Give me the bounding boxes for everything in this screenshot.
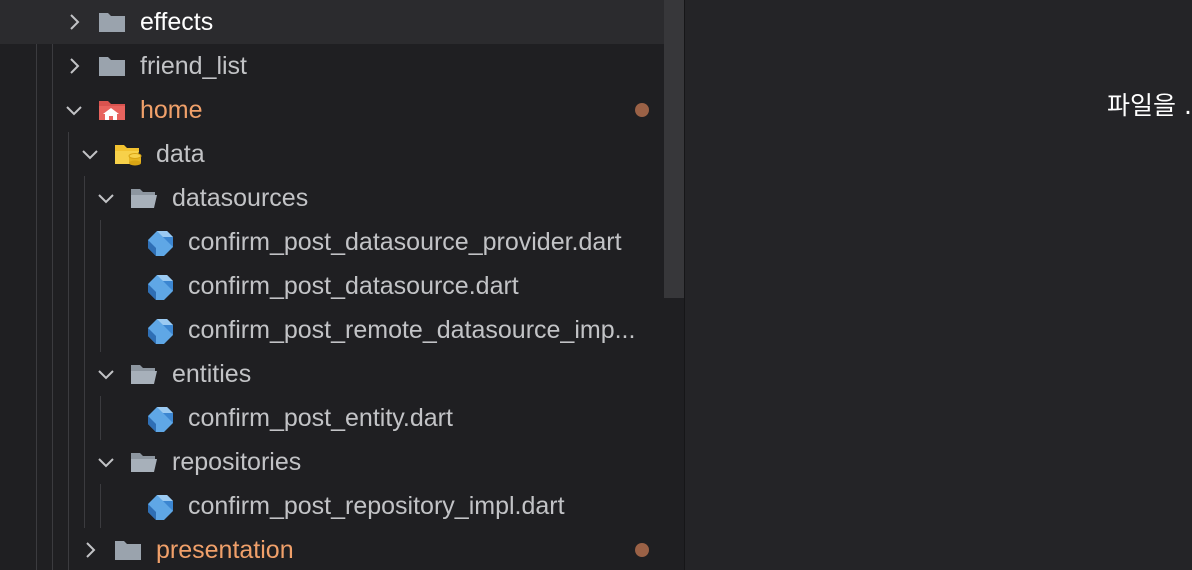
file-explorer: effects friend_list home data datasource…: [0, 0, 685, 570]
tree-item-label: confirm_post_remote_datasource_imp...: [188, 316, 636, 344]
tree-item-file[interactable]: confirm_post_datasource_provider.dart: [0, 220, 664, 264]
tree-item-friend-list[interactable]: friend_list: [0, 44, 664, 88]
folder-open-icon: [131, 365, 157, 384]
tree-item-label: confirm_post_datasource.dart: [188, 272, 519, 300]
tree-item-repositories[interactable]: repositories: [0, 440, 664, 484]
dart-file-icon: [148, 407, 173, 432]
chevron-down-icon[interactable]: [95, 187, 117, 209]
tree-item-file[interactable]: confirm_post_repository_impl.dart: [0, 484, 664, 528]
tree-item-label: confirm_post_datasource_provider.dart: [188, 228, 622, 256]
folder-open-icon: [131, 453, 157, 472]
tree-item-file[interactable]: confirm_post_remote_datasource_imp...: [0, 308, 664, 352]
tree-item-file[interactable]: confirm_post_entity.dart: [0, 396, 664, 440]
folder-icon: [115, 541, 141, 560]
tree-item-label: datasources: [172, 184, 309, 212]
tree-item-presentation[interactable]: presentation: [0, 528, 664, 570]
folder-icon: [99, 13, 125, 32]
explorer-scrollbar[interactable]: [664, 0, 684, 298]
modified-indicator: [635, 543, 649, 557]
folder-icon: [99, 57, 125, 76]
dart-file-icon: [148, 495, 173, 520]
tree-item-label: friend_list: [140, 52, 247, 80]
chevron-down-icon[interactable]: [79, 143, 101, 165]
home-folder-icon: [99, 101, 125, 120]
chevron-down-icon[interactable]: [63, 99, 85, 121]
tree-item-home[interactable]: home: [0, 88, 664, 132]
tree-item-label: repositories: [172, 448, 302, 476]
tree-item-label: effects: [140, 8, 214, 36]
chevron-right-icon[interactable]: [79, 539, 101, 561]
dart-file-icon: [148, 231, 173, 256]
tree-item-data[interactable]: data: [0, 132, 664, 176]
tree-item-file[interactable]: confirm_post_datasource.dart: [0, 264, 664, 308]
chevron-right-icon[interactable]: [63, 55, 85, 77]
dart-file-icon: [148, 319, 173, 344]
dart-file-icon: [148, 275, 173, 300]
tree-item-entities[interactable]: entities: [0, 352, 664, 396]
tree-item-label: entities: [172, 360, 252, 388]
chevron-right-icon[interactable]: [63, 11, 85, 33]
modified-indicator: [635, 103, 649, 117]
folder-open-icon: [131, 189, 157, 208]
tree-item-label: confirm_post_repository_impl.dart: [188, 492, 565, 520]
tree-item-label: presentation: [156, 536, 294, 564]
database-folder-icon: [115, 145, 142, 166]
chevron-down-icon[interactable]: [95, 451, 117, 473]
app-window: effects friend_list home data datasource…: [0, 0, 1192, 570]
panel-divider[interactable]: [684, 0, 685, 570]
chevron-down-icon[interactable]: [95, 363, 117, 385]
tree-item-label: data: [156, 140, 205, 168]
tree-item-label: confirm_post_entity.dart: [188, 404, 453, 432]
tree-item-datasources[interactable]: datasources: [0, 176, 664, 220]
tree-item-label: home: [140, 96, 203, 124]
tree-item-effects[interactable]: effects: [0, 0, 664, 44]
editor-empty-message: 파일을 ...: [1107, 91, 1192, 120]
